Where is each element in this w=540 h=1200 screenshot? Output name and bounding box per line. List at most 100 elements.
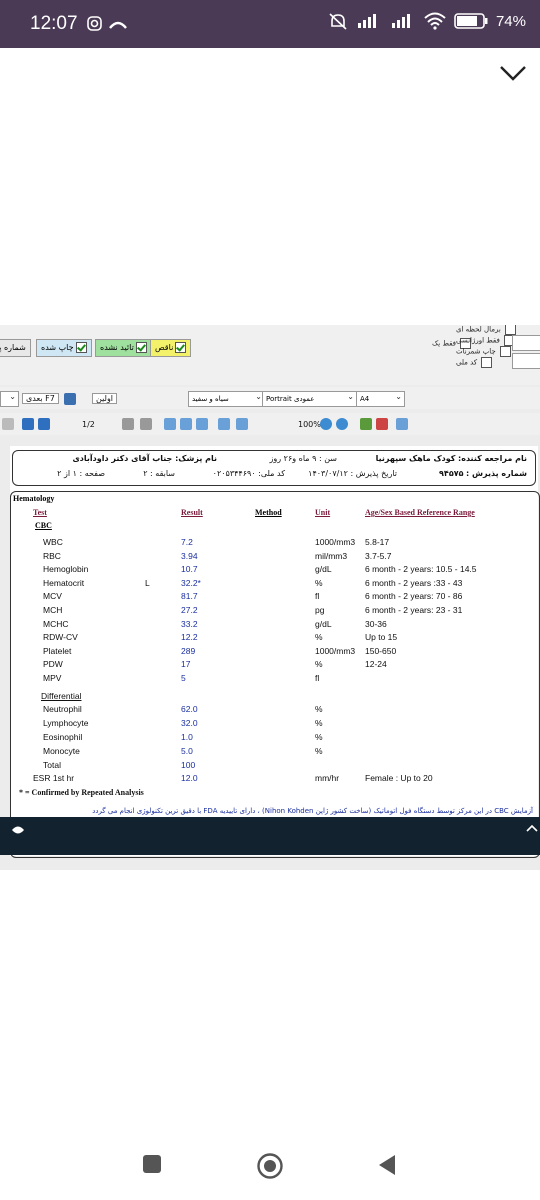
search-icon[interactable] bbox=[360, 418, 372, 430]
recents-icon[interactable] bbox=[142, 1154, 162, 1174]
filter-dropdown-2[interactable] bbox=[512, 353, 540, 369]
color-mode-select[interactable]: سیاه و سفید bbox=[188, 390, 265, 407]
checkbox[interactable] bbox=[175, 342, 187, 353]
zoom-in-icon[interactable] bbox=[320, 418, 332, 430]
zoom-level: 100% bbox=[298, 420, 321, 429]
checkbox[interactable] bbox=[135, 342, 147, 353]
unit: % bbox=[315, 718, 323, 728]
esr-range: Female : Up to 20 bbox=[365, 773, 433, 783]
orientation-select[interactable]: Portrait عمودی bbox=[262, 390, 357, 407]
group-cbc: CBC bbox=[35, 521, 52, 530]
acceptance-number-chip[interactable]: شماره پذ bbox=[0, 339, 31, 357]
color-mode-value: سیاه و سفید bbox=[192, 395, 229, 403]
option-urgent[interactable]: برمال لحظه ای bbox=[456, 325, 517, 335]
battery-icon bbox=[454, 13, 488, 29]
test-name: Hematocrit bbox=[43, 577, 85, 588]
group-differential: Differential bbox=[41, 691, 82, 701]
print-icon[interactable] bbox=[376, 418, 388, 430]
printed-chip[interactable]: چاپ شده bbox=[36, 339, 92, 357]
gear-icon[interactable] bbox=[2, 418, 14, 430]
test-name: Monocyte bbox=[43, 746, 80, 756]
acceptance-line: شماره پذیرش : ۹۴۵۷۵ bbox=[439, 469, 527, 478]
checkbox[interactable] bbox=[499, 346, 511, 357]
col-test: Test bbox=[33, 508, 47, 517]
test-name: Eosinophil bbox=[43, 732, 83, 742]
result-value: 5 bbox=[181, 673, 186, 683]
status-bar: 12:07 74% bbox=[0, 0, 540, 48]
taskbar bbox=[0, 817, 540, 855]
thumbnail-icon[interactable] bbox=[236, 418, 248, 430]
option-print-stamps[interactable]: چاپ شمرنات bbox=[456, 346, 511, 357]
zoom-out-icon[interactable] bbox=[336, 418, 348, 430]
reference-range: 6 month - 2 years: 70 - 86 bbox=[365, 591, 463, 602]
checkbox[interactable] bbox=[75, 342, 87, 353]
home-icon[interactable] bbox=[256, 1152, 284, 1180]
footnote: * = Confirmed by Repeated Analysis bbox=[19, 788, 144, 797]
history-count: سابقه : ۲ bbox=[143, 469, 175, 478]
checkbox[interactable] bbox=[505, 325, 517, 335]
reference-range: 6 month - 2 years: 10.5 - 14.5 bbox=[365, 564, 477, 575]
left-input[interactable] bbox=[0, 390, 19, 407]
wifi-icon bbox=[424, 12, 446, 30]
back-icon[interactable] bbox=[376, 1154, 398, 1176]
acceptance-number: ۹۴۵۷۵ bbox=[439, 469, 464, 478]
multi-page-icon[interactable] bbox=[196, 418, 208, 430]
col-result: Result bbox=[181, 508, 203, 517]
unit: pg bbox=[315, 605, 325, 615]
chevron-down-icon[interactable] bbox=[498, 60, 528, 86]
test-name: Platelet bbox=[43, 645, 72, 656]
test-name: PDW bbox=[43, 659, 63, 670]
option-emergency[interactable]: فقط اورژانسی bbox=[456, 335, 516, 346]
option-label: کد ملی bbox=[456, 358, 478, 367]
incomplete-chip[interactable]: ناقص bbox=[150, 339, 192, 357]
nav-icon[interactable] bbox=[64, 393, 76, 405]
next-button[interactable]: بعدی F7 bbox=[22, 393, 59, 404]
reference-range: 6 month - 2 years: 23 - 31 bbox=[365, 605, 463, 615]
not-confirmed-chip[interactable]: تائید نشده bbox=[95, 339, 152, 357]
unit: % bbox=[315, 704, 323, 714]
col-range: Age/Sex Based Reference Range bbox=[365, 508, 475, 517]
mute-icon bbox=[329, 13, 347, 30]
app-icon[interactable] bbox=[10, 823, 26, 837]
unit: % bbox=[315, 732, 323, 742]
chevron-up-icon[interactable] bbox=[526, 823, 538, 833]
result-value: 32.0 bbox=[181, 718, 198, 728]
lab-report-page: نام مراجعه کننده: کودک ماهک سپهرنیا سن :… bbox=[10, 446, 540, 858]
result-value: 33.2 bbox=[181, 618, 198, 629]
orientation-value: Portrait عمودی bbox=[266, 395, 315, 403]
two-page-icon[interactable] bbox=[180, 418, 192, 430]
last-page-icon[interactable] bbox=[140, 418, 152, 430]
option-national-code[interactable]: کد ملی bbox=[456, 357, 493, 368]
report-preview-screenshot: شماره پذ چاپ شده تائید نشده ناقص فقط یک … bbox=[0, 325, 540, 870]
next-page-icon[interactable] bbox=[122, 418, 134, 430]
reference-range: 3.7-5.7 bbox=[365, 550, 392, 561]
fit-icon[interactable] bbox=[218, 418, 230, 430]
patient-header-box: نام مراجعه کننده: کودک ماهک سپهرنیا سن :… bbox=[12, 450, 536, 486]
paper-size-select[interactable]: A4 bbox=[356, 390, 405, 407]
page-indicator: 1/2 bbox=[82, 420, 95, 429]
prev-page-icon[interactable] bbox=[38, 418, 50, 430]
test-name: Lymphocyte bbox=[43, 718, 89, 728]
first-page-icon[interactable] bbox=[22, 418, 34, 430]
option-label: فقط یک bbox=[432, 339, 456, 348]
test-name: MCV bbox=[43, 591, 62, 602]
unit: 1000/mm3 bbox=[315, 645, 356, 656]
chip-label: چاپ شده bbox=[41, 343, 74, 352]
first-button[interactable]: اولین bbox=[92, 393, 118, 404]
result-value: 32.2* bbox=[181, 577, 201, 588]
reference-range: 150-650 bbox=[365, 645, 397, 656]
single-page-icon[interactable] bbox=[164, 418, 176, 430]
esr-result: 12.0 bbox=[181, 773, 198, 783]
test-name: Hemoglobin bbox=[43, 564, 89, 575]
option-label: چاپ شمرنات bbox=[456, 347, 496, 356]
battery-percent: 74% bbox=[495, 12, 526, 30]
result-value: 100 bbox=[181, 760, 196, 770]
filter-toolbar: شماره پذ چاپ شده تائید نشده ناقص فقط یک … bbox=[0, 325, 540, 385]
patient-age: سن : ۹ ماه و۲۶ روز bbox=[269, 454, 337, 463]
page-number: صفحه : ۱ از ۲ bbox=[57, 469, 105, 478]
export-icon[interactable] bbox=[396, 418, 408, 430]
reference-range: 5.8-17 bbox=[365, 537, 390, 547]
result-value: 3.94 bbox=[181, 550, 198, 561]
filter-dropdown[interactable] bbox=[512, 335, 540, 351]
checkbox[interactable] bbox=[481, 357, 493, 368]
